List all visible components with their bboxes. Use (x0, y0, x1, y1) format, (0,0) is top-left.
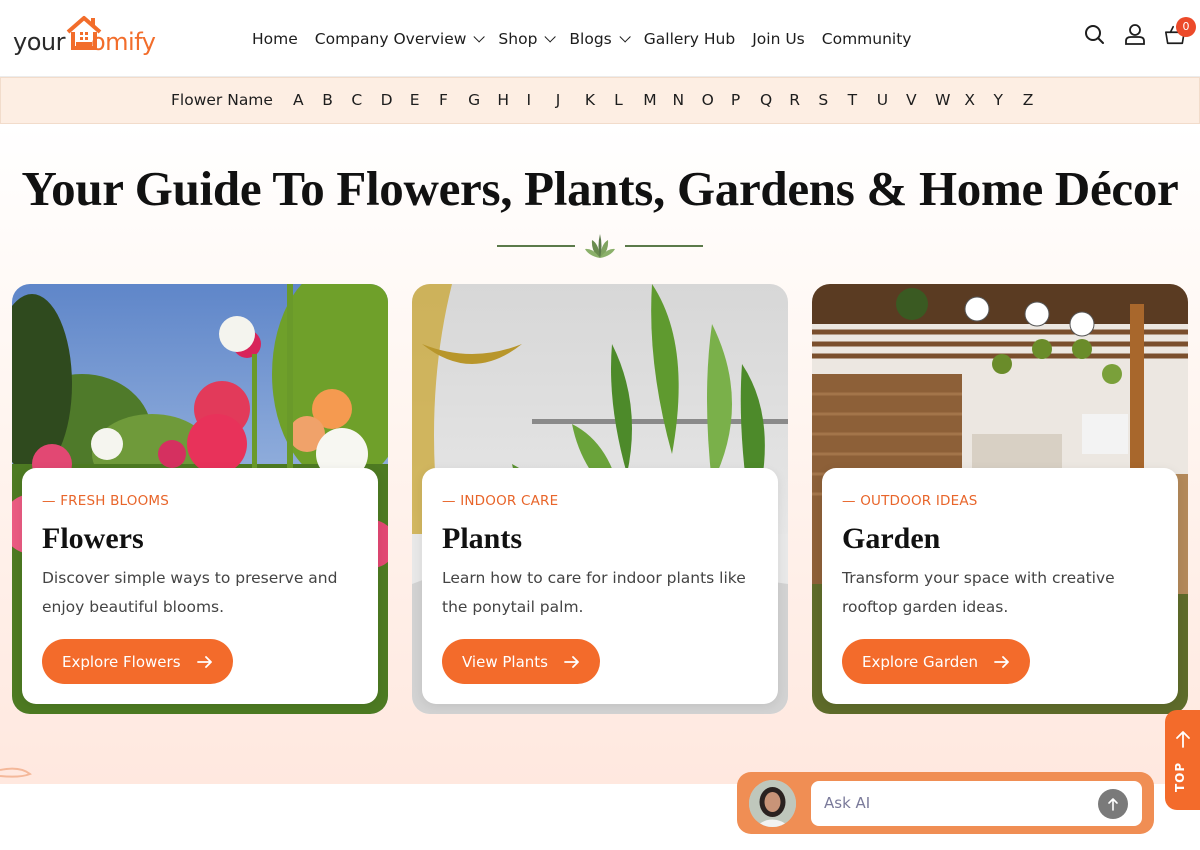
arrow-right-icon (994, 655, 1009, 668)
flower-alphabet-bar: Flower Name ABCDEFGHIJKLMNOPQRSTUVWXYZ (0, 77, 1200, 124)
divider-line (497, 245, 575, 247)
ask-ai-widget: Ask AI (737, 772, 1154, 834)
nav-shop[interactable]: Shop (498, 27, 557, 51)
title-divider (497, 232, 703, 260)
alphabet-letter-p[interactable]: P (731, 91, 760, 109)
alphabet-letter-o[interactable]: O (702, 91, 731, 109)
alphabet-letter-y[interactable]: Y (994, 91, 1023, 109)
hero-title: Your Guide To Flowers, Plants, Gardens &… (21, 161, 1179, 216)
user-icon[interactable] (1124, 23, 1146, 45)
decorative-swirl (0, 767, 32, 778)
alphabet-letter-h[interactable]: H (497, 91, 526, 109)
alphabet-letter-g[interactable]: G (468, 91, 497, 109)
alphabet-letter-s[interactable]: S (818, 91, 847, 109)
send-button[interactable] (1098, 789, 1128, 819)
card-title: Garden (842, 522, 941, 555)
card-content-box: — FRESH BLOOMS Flowers Discover simple w… (22, 468, 378, 704)
chevron-down-icon (619, 31, 631, 43)
arrow-up-icon (1108, 798, 1118, 811)
button-label: Explore Garden (862, 652, 979, 671)
avatar-portrait (749, 780, 796, 827)
card-tag: — INDOOR CARE (442, 493, 559, 509)
button-label: View Plants (462, 652, 548, 671)
alphabet-letter-n[interactable]: N (672, 91, 701, 109)
card-content-box: — OUTDOOR IDEAS Garden Transform your sp… (822, 468, 1178, 704)
card-description: Learn how to care for indoor plants like… (442, 569, 746, 616)
alphabet-letter-r[interactable]: R (789, 91, 818, 109)
house-icon (66, 16, 102, 50)
alphabet-letter-d[interactable]: D (381, 91, 410, 109)
arrow-right-icon (196, 655, 212, 668)
divider-line (625, 245, 703, 247)
nav-company-overview[interactable]: Company Overview (315, 27, 486, 51)
arrow-up-icon (1176, 731, 1190, 748)
alphabet-letter-c[interactable]: C (351, 91, 380, 109)
alphabet-letter-e[interactable]: E (410, 91, 439, 109)
assistant-avatar (749, 780, 796, 827)
arrow-right-icon (564, 655, 579, 668)
ask-ai-placeholder: Ask AI (824, 794, 871, 812)
card-title: Plants (442, 522, 523, 555)
card-tag: — OUTDOOR IDEAS (842, 493, 978, 509)
main-nav: Home Company Overview Shop Blogs Gallery… (252, 27, 928, 51)
nav-blogs[interactable]: Blogs (569, 27, 631, 51)
alphabet-letter-v[interactable]: V (906, 91, 935, 109)
alphabet-letter-t[interactable]: T (848, 91, 877, 109)
leaf-icon (585, 234, 615, 258)
nav-home[interactable]: Home (252, 27, 298, 51)
card-title: Flowers (42, 522, 144, 555)
nav-gallery-hub[interactable]: Gallery Hub (644, 27, 735, 51)
card-content-box: — INDOOR CARE Plants Learn how to care f… (422, 468, 778, 704)
card-plants: — INDOOR CARE Plants Learn how to care f… (412, 284, 788, 714)
alphabet-letter-z[interactable]: Z (1023, 91, 1052, 109)
explore-garden-button[interactable]: Explore Garden (842, 639, 1031, 684)
button-label: Explore Flowers (62, 652, 181, 671)
nav-join-us[interactable]: Join Us (752, 27, 805, 51)
card-description: Discover simple ways to preserve and enj… (42, 569, 338, 616)
alphabet-letter-a[interactable]: A (293, 91, 322, 109)
site-header: your omify Home Company Overview Shop Blo… (0, 0, 1200, 77)
alphabet-letter-b[interactable]: B (322, 91, 351, 109)
card-tag: — FRESH BLOOMS (42, 493, 170, 509)
alphabet-letter-j[interactable]: J (556, 91, 585, 109)
cart-count-badge: 0 (1176, 17, 1196, 37)
chevron-down-icon (473, 31, 486, 43)
alphabet-letter-k[interactable]: K (585, 91, 614, 109)
alphabet-letters: ABCDEFGHIJKLMNOPQRSTUVWXYZ (293, 91, 1052, 109)
nav-community[interactable]: Community (822, 27, 912, 51)
card-flowers: — FRESH BLOOMS Flowers Discover simple w… (12, 284, 388, 714)
alphabet-letter-i[interactable]: I (527, 91, 556, 109)
card-garden: — OUTDOOR IDEAS Garden Transform your sp… (812, 284, 1188, 714)
alphabet-letter-q[interactable]: Q (760, 91, 789, 109)
alphabet-letter-f[interactable]: F (439, 91, 468, 109)
site-logo[interactable]: your omify (13, 14, 173, 58)
alphabet-letter-u[interactable]: U (877, 91, 906, 109)
alphabet-letter-x[interactable]: X (964, 91, 993, 109)
ask-ai-input[interactable]: Ask AI (811, 781, 1142, 826)
search-icon[interactable] (1084, 24, 1106, 46)
alphabet-letter-w[interactable]: W (935, 91, 964, 109)
alphabet-letter-m[interactable]: M (643, 91, 672, 109)
card-description: Transform your space with creative rooft… (842, 569, 1115, 616)
alphabet-letter-l[interactable]: L (614, 91, 643, 109)
view-plants-button[interactable]: View Plants (442, 639, 600, 684)
explore-flowers-button[interactable]: Explore Flowers (42, 639, 233, 684)
hero-section: Your Guide To Flowers, Plants, Gardens &… (0, 124, 1200, 784)
alphabet-label: Flower Name (171, 91, 273, 109)
scroll-to-top-button[interactable]: TOP (1165, 710, 1200, 810)
chevron-down-icon (544, 31, 557, 43)
top-label: TOP (1173, 761, 1187, 792)
